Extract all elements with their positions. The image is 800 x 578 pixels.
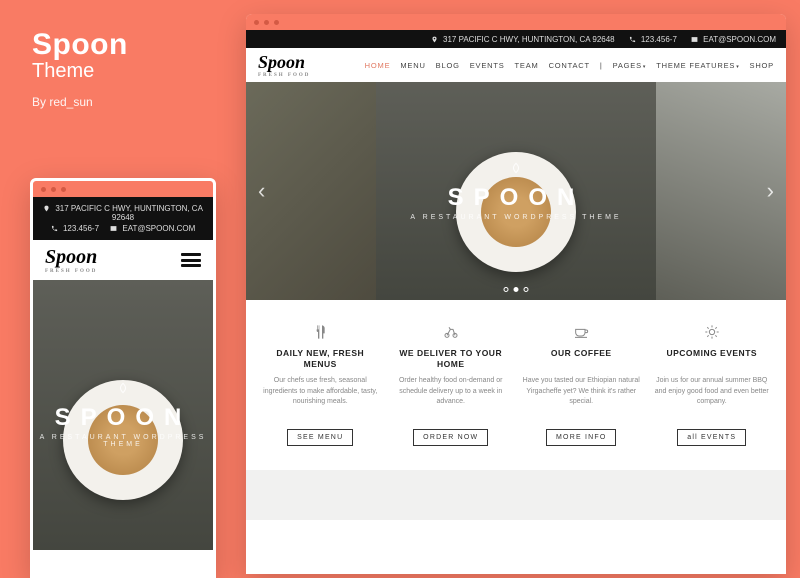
hero-slider: SPOON A RESTAURANT WORDPRESS THEME ‹ › [246,82,786,300]
mobile-phone-email: 123.456-7 EAT@SPOON.COM [43,223,203,234]
phone-icon [51,225,58,232]
pin-icon [43,205,50,212]
topbar-email: EAT@SPOON.COM [691,35,776,44]
card-title: OUR COFFEE [521,348,642,370]
mobile-top-info-bar: 317 PACIFIC C HWY, HUNTINGTON, CA 92648 … [33,197,213,240]
card-body: Our chefs use fresh, seasonal ingredient… [260,376,381,416]
card-title: UPCOMING EVENTS [652,348,773,370]
traffic-dot [41,187,46,192]
traffic-dot [264,20,269,25]
site-logo[interactable]: Spoon FRESH FOOD [258,52,310,78]
traffic-dot [51,187,56,192]
cup-icon [521,322,642,342]
nav-theme-features[interactable]: THEME FEATURES▾ [656,61,739,70]
nav-events[interactable]: EVENTS [470,61,505,70]
leaf-icon [115,382,131,398]
mail-icon [110,225,117,232]
utensils-icon [260,322,381,342]
slider-dot-active[interactable] [514,287,519,292]
card-cta-more-info[interactable]: MORE INFO [546,429,616,446]
card-delivery: WE DELIVER TO YOUR HOME Order healthy fo… [391,322,512,446]
logo-text: Spoon [258,52,305,72]
top-info-bar: 317 PACIFIC C HWY, HUNTINGTON, CA 92648 … [246,30,786,48]
card-events: UPCOMING EVENTS Join us for our annual s… [652,322,773,446]
mobile-logo[interactable]: Spoon FRESH FOOD [45,246,97,274]
logo-tagline: FRESH FOOD [258,73,310,78]
nav-menu-item[interactable]: MENU [400,61,425,70]
promo-subtitle: Theme [32,60,128,83]
promo-byline: By red_sun [32,95,128,109]
nav-contact[interactable]: CONTACT [549,61,590,70]
footer-section [246,470,786,520]
card-body: Join us for our annual summer BBQ and en… [652,376,773,416]
card-coffee: OUR COFFEE Have you tasted our Ethiopian… [521,322,642,446]
topbar-phone: 123.456-7 [629,35,677,44]
hero-tagline: A RESTAURANT WORDPRESS THEME [410,214,621,221]
sun-icon [652,322,773,342]
slider-dot[interactable] [524,287,529,292]
window-titlebar [246,14,786,30]
mobile-address: 317 PACIFIC C HWY, HUNTINGTON, CA 92648 [43,203,203,223]
main-nav: Spoon FRESH FOOD HOME MENU BLOG EVENTS T… [246,48,786,82]
slider-next[interactable]: › [761,172,780,210]
mobile-hero: SPOON A RESTAURANT WORDPRESS THEME [33,280,213,550]
nav-menu: HOME MENU BLOG EVENTS TEAM CONTACT | PAG… [365,61,774,70]
mobile-preview-window: 317 PACIFIC C HWY, HUNTINGTON, CA 92648 … [30,178,216,578]
mobile-phone-text: 123.456-7 [63,224,99,233]
nav-shop[interactable]: SHOP [750,61,774,70]
slider-dot[interactable] [504,287,509,292]
topbar-phone-text: 123.456-7 [641,35,677,44]
phone-icon [629,36,636,43]
card-cta-all-events[interactable]: all EVENTS [677,429,746,446]
card-cta-order-now[interactable]: ORDER NOW [413,429,488,446]
mobile-address-text: 317 PACIFIC C HWY, HUNTINGTON, CA 92648 [55,204,203,222]
card-body: Have you tasted our Ethiopian natural Yi… [521,376,642,416]
mobile-email-text: EAT@SPOON.COM [122,224,195,233]
window-titlebar [33,181,213,197]
mobile-hero-tagline: A RESTAURANT WORDPRESS THEME [33,434,213,448]
nav-blog[interactable]: BLOG [436,61,460,70]
feature-cards: DAILY NEW, FRESH MENUS Our chefs use fre… [246,300,786,470]
nav-divider: | [600,61,603,70]
desktop-preview-window: 317 PACIFIC C HWY, HUNTINGTON, CA 92648 … [246,14,786,574]
pin-icon [431,36,438,43]
promo-block: Spoon Theme By red_sun [32,28,128,109]
mobile-hero-overlay: SPOON A RESTAURANT WORDPRESS THEME [33,280,213,550]
card-cta-see-menu[interactable]: SEE MENU [287,429,353,446]
topbar-address-text: 317 PACIFIC C HWY, HUNTINGTON, CA 92648 [443,35,615,44]
hamburger-icon[interactable] [181,253,201,267]
promo-title: Spoon [32,28,128,62]
hero-overlay: SPOON A RESTAURANT WORDPRESS THEME [246,82,786,300]
card-menus: DAILY NEW, FRESH MENUS Our chefs use fre… [260,322,381,446]
hero-title: SPOON [448,184,585,212]
mobile-nav: Spoon FRESH FOOD [33,240,213,280]
mail-icon [691,36,698,43]
traffic-dot [274,20,279,25]
nav-pages[interactable]: PAGES▾ [613,61,647,70]
card-body: Order healthy food on-demand or schedule… [391,376,512,416]
card-title: WE DELIVER TO YOUR HOME [391,348,512,370]
card-title: DAILY NEW, FRESH MENUS [260,348,381,370]
bike-icon [391,322,512,342]
slider-prev[interactable]: ‹ [252,172,271,210]
traffic-dot [61,187,66,192]
mobile-hero-title: SPOON [55,404,192,432]
logo-tagline: FRESH FOOD [45,269,97,274]
logo-text: Spoon [45,246,97,268]
chevron-down-icon: ▾ [642,64,646,70]
nav-team[interactable]: TEAM [515,61,539,70]
traffic-dot [254,20,259,25]
topbar-address: 317 PACIFIC C HWY, HUNTINGTON, CA 92648 [431,35,615,44]
leaf-icon [508,162,524,178]
topbar-email-text: EAT@SPOON.COM [703,35,776,44]
nav-home[interactable]: HOME [365,61,391,70]
chevron-down-icon: ▾ [735,64,739,70]
slider-dots [504,287,529,292]
